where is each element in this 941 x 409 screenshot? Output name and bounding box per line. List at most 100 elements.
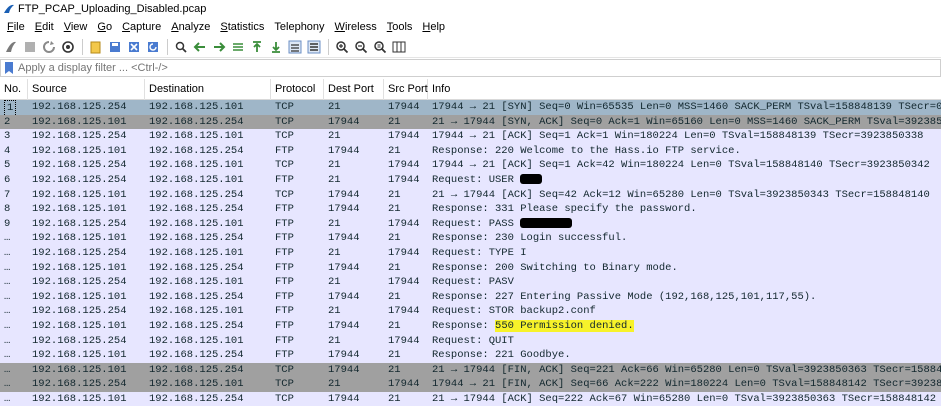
packet-row[interactable]: … 192.168.125.254 192.168.125.101 FTP 21 1794…: [0, 245, 941, 261]
resize-columns-icon[interactable]: [390, 38, 408, 56]
stop-capture-icon[interactable]: [21, 38, 39, 56]
packet-row[interactable]: … 192.168.125.254 192.168.125.101 FTP 21 1794…: [0, 333, 941, 349]
packet-row[interactable]: 5 192.168.125.254 192.168.125.101 TCP 21 1794…: [0, 158, 941, 173]
menu-statistics[interactable]: Statistics: [215, 21, 269, 33]
find-packet-icon[interactable]: [172, 38, 190, 56]
packet-info: 21 → 17944 [ACK] Seq=42 Ack=12 Win=65280…: [428, 188, 941, 203]
packet-protocol: TCP: [271, 115, 324, 130]
packet-row[interactable]: … 192.168.125.101 192.168.125.254 TCP 17944 2…: [0, 362, 941, 378]
menu-mnemonic: E: [34, 21, 43, 33]
packet-row[interactable]: 8 192.168.125.101 192.168.125.254 FTP 17944 2…: [0, 202, 941, 217]
menu-wireless[interactable]: Wireless: [330, 21, 382, 33]
packet-destination: 192.168.125.254: [145, 188, 271, 203]
packet-protocol: FTP: [271, 144, 324, 159]
packet-source-text: 192.168.125.101: [32, 115, 127, 128]
packet-dest-port-text: 17944: [328, 349, 360, 362]
packet-row[interactable]: 3 192.168.125.254 192.168.125.101 TCP 21 1794…: [0, 129, 941, 144]
colorize-icon[interactable]: [305, 38, 323, 56]
column-header-protocol[interactable]: Protocol: [271, 79, 324, 100]
menu-go[interactable]: Go: [92, 21, 117, 33]
packet-row[interactable]: … 192.168.125.254 192.168.125.101 TCP 21 1794…: [0, 377, 941, 392]
bookmark-icon[interactable]: [3, 61, 15, 75]
first-packet-icon[interactable]: [248, 38, 266, 56]
column-header-dest-port[interactable]: Dest Port: [324, 79, 384, 100]
menu-view[interactable]: View: [59, 21, 93, 33]
close-file-icon[interactable]: [125, 38, 143, 56]
packet-row[interactable]: … 192.168.125.101 192.168.125.254 FTP 17944 2…: [0, 231, 941, 246]
restart-capture-icon[interactable]: [40, 38, 58, 56]
menu-help[interactable]: Help: [417, 21, 450, 33]
column-header-info[interactable]: Info: [428, 79, 941, 100]
reload-file-icon[interactable]: [144, 38, 162, 56]
packet-protocol-text: FTP: [275, 334, 294, 347]
column-header-destination[interactable]: Destination: [145, 79, 271, 100]
packet-protocol-text: TCP: [275, 188, 294, 201]
go-forward-icon[interactable]: [210, 38, 228, 56]
packet-destination-text: 192.168.125.254: [149, 363, 244, 376]
capture-options-icon[interactable]: [59, 38, 77, 56]
packet-number-text: …: [4, 349, 11, 362]
packet-row[interactable]: 2 192.168.125.101 192.168.125.254 TCP 17944 2…: [0, 114, 941, 130]
menu-capture[interactable]: Capture: [117, 21, 166, 33]
packet-row[interactable]: 1 192.168.125.254 192.168.125.101 TCP 21 1794…: [0, 100, 941, 115]
normal-size-icon[interactable]: [371, 38, 389, 56]
packet-protocol-text: TCP: [275, 159, 294, 172]
packet-src-port: 21: [384, 392, 428, 407]
auto-scroll-icon[interactable]: [286, 38, 304, 56]
packet-row[interactable]: … 192.168.125.101 192.168.125.254 TCP 17944 2…: [0, 391, 941, 407]
start-capture-icon[interactable]: [2, 38, 20, 56]
packet-number-text: …: [4, 232, 11, 245]
packet-number: …: [0, 392, 28, 407]
packet-dest-port-text: 21: [328, 378, 341, 391]
redaction-mark: [520, 174, 543, 185]
packet-src-port-text: 17944: [388, 334, 420, 347]
menu-file[interactable]: File: [2, 21, 30, 33]
menu-analyze[interactable]: Analyze: [166, 21, 215, 33]
packet-destination: 192.168.125.254: [145, 261, 271, 276]
packet-info: 21 → 17944 [ACK] Seq=222 Ack=67 Win=6528…: [428, 392, 941, 407]
packet-info-text: 17944 → 21 [SYN] Seq=0 Win=65535 Len=0 M…: [432, 101, 941, 113]
packet-source: 192.168.125.101: [28, 202, 145, 217]
packet-row[interactable]: … 192.168.125.254 192.168.125.101 FTP 21 1794…: [0, 304, 941, 319]
go-to-packet-icon[interactable]: [229, 38, 247, 56]
packet-destination-text: 192.168.125.101: [149, 217, 244, 230]
packet-dest-port-text: 17944: [328, 188, 360, 201]
go-back-icon[interactable]: [191, 38, 209, 56]
packet-destination-text: 192.168.125.254: [149, 115, 244, 128]
open-file-icon[interactable]: [87, 38, 105, 56]
packet-row[interactable]: … 192.168.125.101 192.168.125.254 FTP 17944 2…: [0, 348, 941, 363]
packet-dest-port: 17944: [324, 115, 384, 130]
packet-destination-text: 192.168.125.101: [149, 305, 244, 318]
packet-dest-port: 17944: [324, 202, 384, 217]
highlighted-text: 550 Permission denied.: [495, 319, 634, 332]
menu-mnemonic: G: [97, 21, 106, 33]
column-header-source[interactable]: Source: [28, 79, 145, 100]
column-header-no[interactable]: No.: [0, 79, 28, 100]
packet-source: 192.168.125.254: [28, 217, 145, 232]
column-header-src-port[interactable]: Src Port: [384, 79, 428, 100]
packet-source: 192.168.125.254: [28, 377, 145, 392]
packet-row[interactable]: … 192.168.125.101 192.168.125.254 FTP 17944 2…: [0, 260, 941, 276]
packet-destination: 192.168.125.101: [145, 377, 271, 392]
packet-src-port-text: 21: [388, 392, 401, 405]
packet-row[interactable]: 7 192.168.125.101 192.168.125.254 TCP 17944 2…: [0, 187, 941, 203]
packet-row[interactable]: … 192.168.125.101 192.168.125.254 FTP 17944 2…: [0, 318, 941, 334]
display-filter-input[interactable]: [18, 60, 940, 76]
packet-row[interactable]: 4 192.168.125.101 192.168.125.254 FTP 17944 2…: [0, 143, 941, 159]
packet-row[interactable]: 6 192.168.125.254 192.168.125.101 FTP 21 1794…: [0, 172, 941, 188]
packet-row[interactable]: 9 192.168.125.254 192.168.125.101 FTP 21 1794…: [0, 216, 941, 232]
packet-row[interactable]: … 192.168.125.101 192.168.125.254 FTP 17944 2…: [0, 289, 941, 305]
zoom-out-icon[interactable]: [352, 38, 370, 56]
zoom-in-icon[interactable]: [333, 38, 351, 56]
packet-number: …: [0, 261, 28, 276]
last-packet-icon[interactable]: [267, 38, 285, 56]
menu-telephony[interactable]: Telephony: [269, 21, 329, 33]
menu-edit[interactable]: Edit: [30, 21, 59, 33]
packet-dest-port: 21: [324, 173, 384, 188]
packet-source: 192.168.125.101: [28, 231, 145, 246]
packet-number-text: 1: [4, 100, 17, 115]
packet-number: 5: [0, 158, 28, 173]
save-file-icon[interactable]: [106, 38, 124, 56]
menu-tools[interactable]: Tools: [382, 21, 418, 33]
packet-row[interactable]: … 192.168.125.254 192.168.125.101 FTP 21 1794…: [0, 275, 941, 290]
